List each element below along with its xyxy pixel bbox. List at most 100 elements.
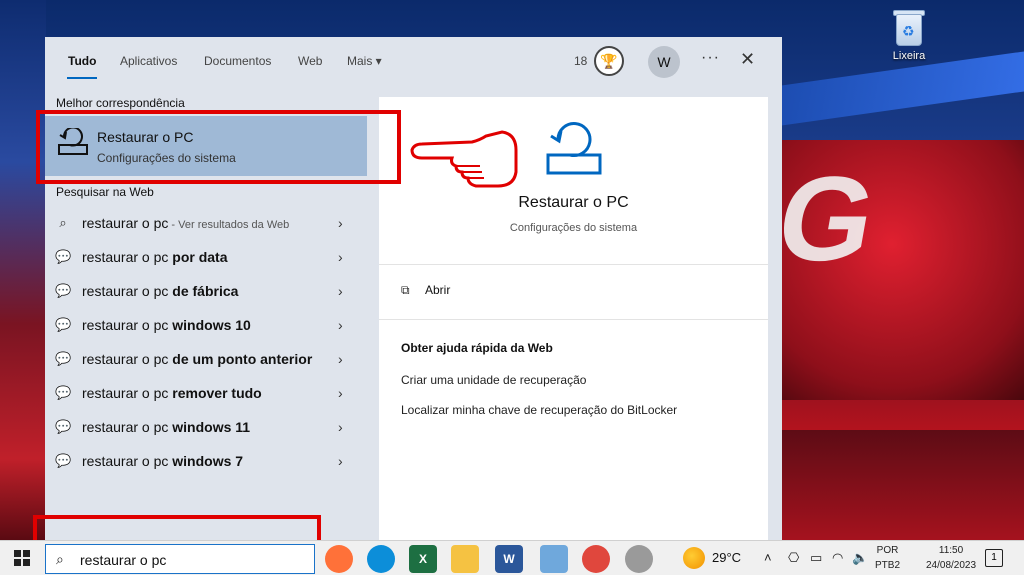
wallpaper-band	[760, 51, 1024, 129]
chevron-right-icon[interactable]: ›	[338, 283, 343, 299]
temperature[interactable]: 29°C	[712, 550, 741, 565]
chevron-right-icon[interactable]: ›	[338, 351, 343, 367]
result-text: restaurar o pc	[82, 351, 173, 367]
trophy-icon[interactable]: 🏆	[594, 46, 624, 76]
recycle-bin-label: Lixeira	[892, 50, 926, 62]
clock-time: 11:50	[938, 545, 964, 556]
result-bold: windows 7	[172, 453, 244, 469]
chevron-right-icon[interactable]: ›	[338, 385, 343, 401]
close-icon[interactable]: ✕	[740, 49, 755, 70]
taskbar-search-box[interactable]: ⌕	[45, 544, 315, 574]
chat-icon: 💬	[55, 419, 72, 434]
system-restore-icon	[546, 122, 602, 175]
recycle-bin[interactable]: ♻ Lixeira	[884, 6, 934, 62]
search-icon: ⌕	[56, 551, 64, 567]
chevron-right-icon[interactable]: ›	[338, 419, 343, 435]
chevron-right-icon[interactable]: ›	[338, 317, 343, 333]
keyboard-layout: PTB2	[875, 560, 901, 571]
result-bold: windows 11	[172, 419, 251, 435]
help-link[interactable]: Localizar minha chave de recuperação do …	[401, 403, 677, 417]
result-bold: por data	[172, 249, 228, 265]
clock[interactable]: 11:50 24/08/2023	[926, 543, 976, 573]
result-text: restaurar o pc	[82, 385, 173, 401]
web-result-item[interactable]: ⌕ restaurar o pc - Ver resultados da Web…	[45, 207, 367, 241]
wallpaper-lower	[760, 430, 1024, 540]
web-result-item[interactable]: 💬 restaurar o pc remover tudo ›	[45, 377, 367, 411]
open-external-icon: ⧉	[401, 283, 410, 297]
tab-aplicativos[interactable]: Aplicativos	[120, 54, 177, 68]
weather-icon[interactable]	[683, 547, 705, 569]
tab-documentos[interactable]: Documentos	[204, 54, 271, 68]
chevron-right-icon[interactable]: ›	[338, 453, 343, 469]
result-bold: remover tudo	[172, 385, 262, 401]
chevron-right-icon[interactable]: ›	[338, 215, 343, 231]
word-icon[interactable]: W	[495, 545, 523, 573]
web-result-item[interactable]: 💬 restaurar o pc de um ponto anterior ›	[45, 343, 367, 377]
chat-icon: 💬	[55, 453, 72, 468]
open-label: Abrir	[425, 283, 451, 297]
web-search-header: Pesquisar na Web	[56, 185, 154, 199]
firefox-icon[interactable]	[325, 545, 353, 573]
search-tabs-bar: Tudo Aplicativos Documentos Web Mais ▾ 1…	[45, 37, 782, 89]
chat-icon: 💬	[55, 249, 72, 264]
avatar[interactable]: W	[648, 46, 680, 78]
web-result-item[interactable]: 💬 restaurar o pc windows 11 ›	[45, 411, 367, 445]
taskbar: ⌕ X W 29°C ˄ ⎔ ▭ ◠ 🔈 POR PTB2 11:50 24/0…	[0, 540, 1024, 575]
result-bold: de um ponto anterior	[172, 351, 313, 367]
chat-icon: 💬	[55, 351, 72, 366]
search-input[interactable]	[80, 550, 300, 570]
web-result-item[interactable]: 💬 restaurar o pc windows 7 ›	[45, 445, 367, 479]
result-text: restaurar o pc	[82, 283, 173, 299]
clock-date: 24/08/2023	[926, 560, 977, 571]
chat-icon: 💬	[55, 317, 72, 332]
detail-title: Restaurar o PC	[518, 194, 629, 211]
headset-icon[interactable]: ⎔	[788, 550, 799, 566]
desktop-wallpaper-left	[0, 0, 46, 540]
web-result-item[interactable]: 💬 restaurar o pc de fábrica ›	[45, 275, 367, 309]
edge-icon[interactable]	[367, 545, 395, 573]
search-icon: ⌕	[59, 215, 67, 230]
result-bold: de fábrica	[172, 283, 239, 299]
notification-icon[interactable]: 1	[985, 549, 1003, 567]
result-bold: windows 10	[172, 317, 251, 333]
chat-icon: 💬	[55, 385, 72, 400]
web-result-item[interactable]: 💬 restaurar o pc windows 10 ›	[45, 309, 367, 343]
language-code: POR	[876, 545, 899, 556]
notepad-app-icon[interactable]	[540, 545, 568, 573]
web-help-header: Obter ajuda rápida da Web	[401, 341, 553, 355]
open-action[interactable]: ⧉ Abrir	[401, 283, 450, 298]
help-link[interactable]: Criar uma unidade de recuperação	[401, 373, 586, 387]
highlight-box-best-match	[36, 110, 401, 184]
result-hint: - Ver resultados da Web	[168, 219, 290, 231]
tab-web[interactable]: Web	[298, 54, 322, 68]
result-text: restaurar o pc	[82, 215, 169, 231]
result-text: restaurar o pc	[82, 317, 173, 333]
chevron-up-icon[interactable]: ˄	[764, 550, 772, 565]
more-options-icon[interactable]: ···	[701, 49, 720, 67]
tab-mais[interactable]: Mais ▾	[347, 54, 382, 68]
pointing-hand-icon	[410, 130, 518, 188]
recycle-bin-icon: ♻	[890, 6, 928, 48]
file-explorer-icon[interactable]	[451, 545, 479, 573]
divider	[379, 319, 768, 320]
result-text: restaurar o pc	[82, 249, 173, 265]
result-text: restaurar o pc	[82, 453, 173, 469]
active-tab-indicator	[67, 77, 97, 79]
rewards-points: 18	[574, 54, 588, 68]
battery-icon[interactable]: ▭	[810, 550, 822, 566]
result-text: restaurar o pc	[82, 419, 173, 435]
windows-start-icon[interactable]	[14, 550, 30, 566]
chevron-right-icon[interactable]: ›	[338, 249, 343, 265]
detail-subtitle: Configurações do sistema	[509, 222, 638, 234]
wifi-icon[interactable]: ◠	[832, 550, 843, 566]
snipping-tool-icon[interactable]	[582, 545, 610, 573]
paint-app-icon[interactable]	[625, 545, 653, 573]
excel-icon[interactable]: X	[409, 545, 437, 573]
divider	[379, 264, 768, 265]
best-match-header: Melhor correspondência	[56, 96, 185, 110]
chat-icon: 💬	[55, 283, 72, 298]
tab-tudo[interactable]: Tudo	[68, 54, 96, 68]
speaker-icon[interactable]: 🔈	[852, 550, 868, 566]
web-result-item[interactable]: 💬 restaurar o pc por data ›	[45, 241, 367, 275]
language-indicator[interactable]: POR PTB2	[875, 543, 900, 573]
